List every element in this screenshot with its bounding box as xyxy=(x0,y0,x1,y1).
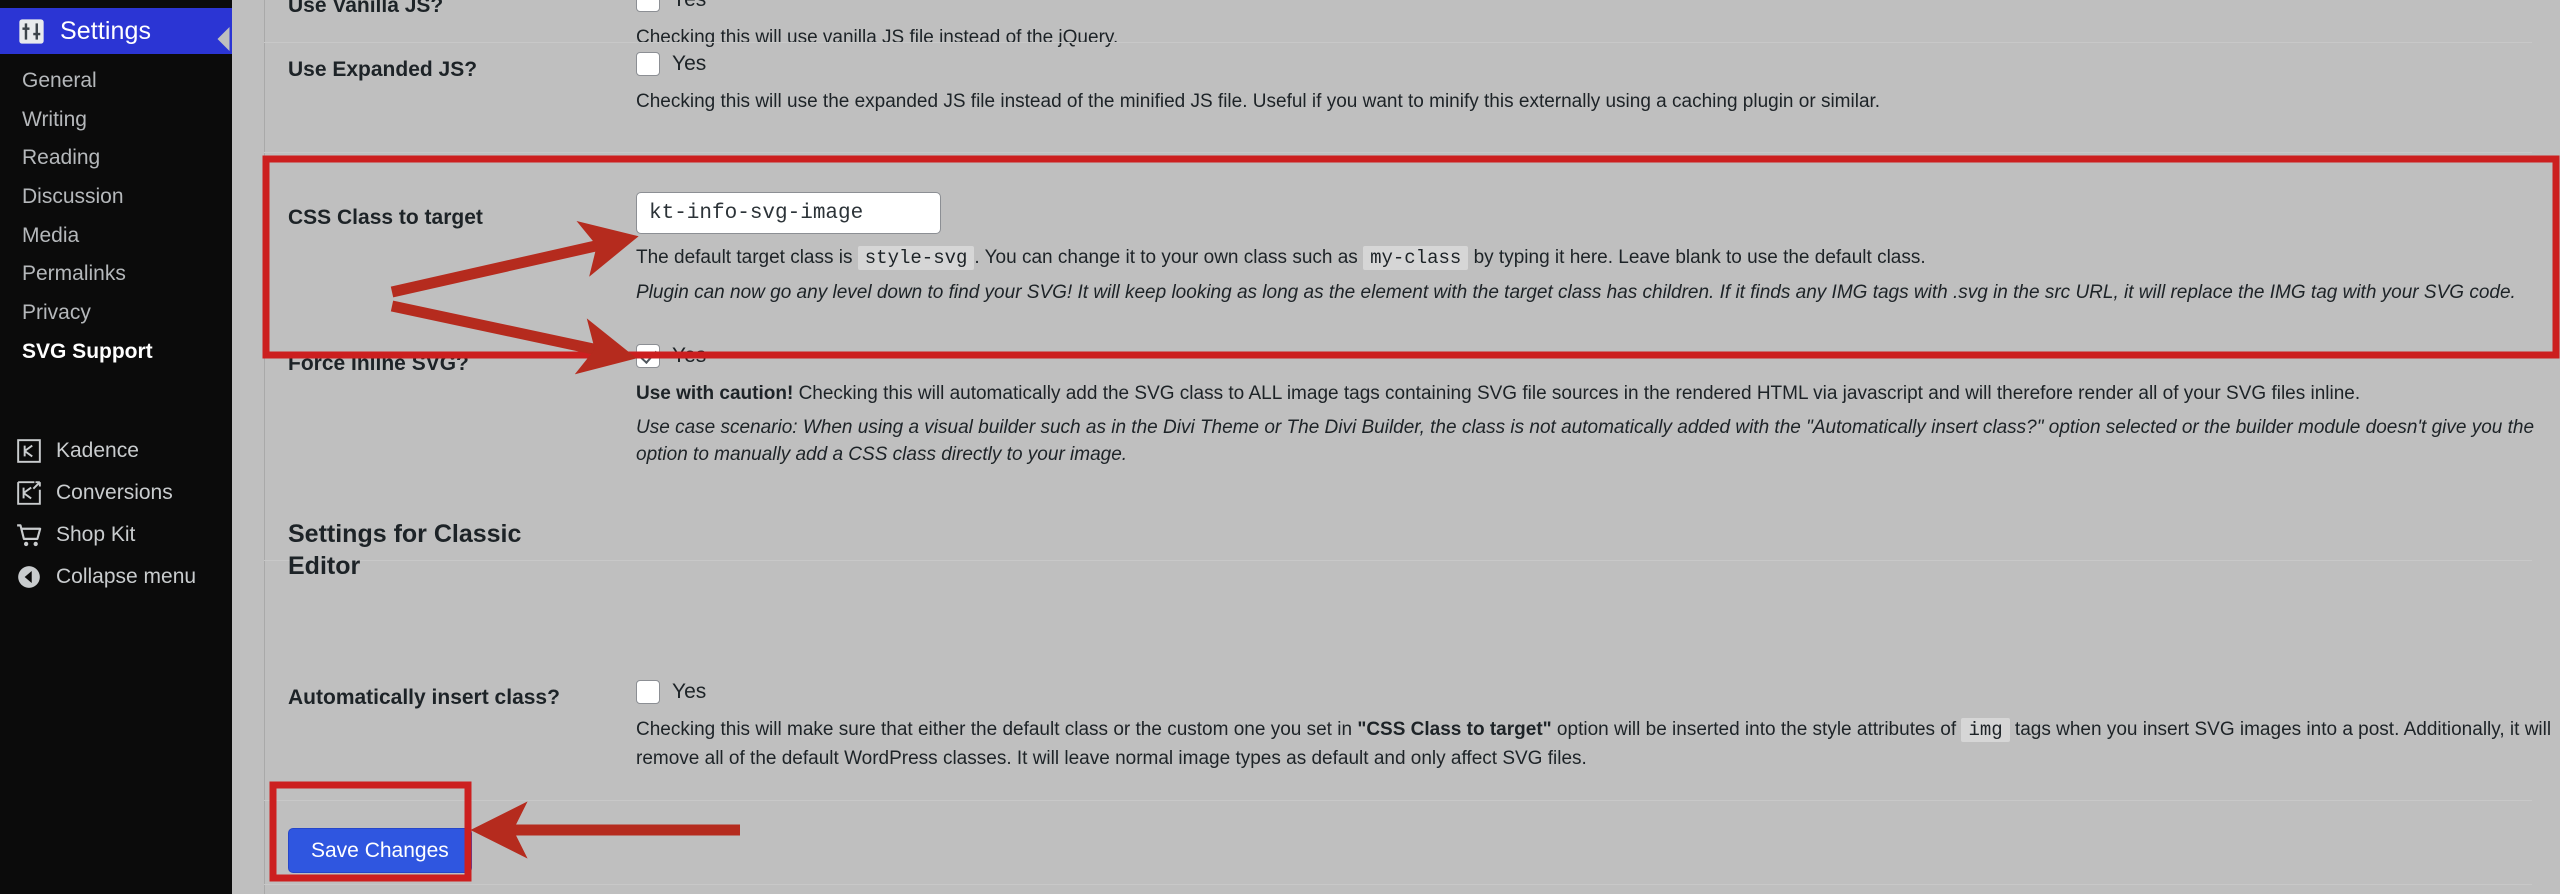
chevron-left-icon xyxy=(211,16,233,62)
checkbox-use-expanded-js[interactable] xyxy=(636,52,660,76)
code-style-svg: style-svg xyxy=(857,246,975,270)
checkbox-use-vanilla-js[interactable] xyxy=(636,0,660,12)
sidebar-item-kadence-label: Kadence xyxy=(56,439,139,462)
desc-force-inline-svg: Use with caution! Checking this will aut… xyxy=(636,380,2536,408)
row-divider-3 xyxy=(264,560,2532,561)
code-my-class: my-class xyxy=(1363,246,1469,270)
row-divider-1 xyxy=(264,42,2532,43)
sidebar-item-settings[interactable]: Settings xyxy=(0,8,232,54)
sidebar-item-media[interactable]: Media xyxy=(0,217,232,256)
checkbox-label-use-expanded-js: Yes xyxy=(672,52,707,75)
checkbox-force-inline-svg[interactable] xyxy=(636,344,660,368)
desc-auto-pre: Checking this will make sure that either… xyxy=(636,719,1358,740)
kadence-icon xyxy=(12,434,46,468)
checkbox-label-force-inline-svg: Yes xyxy=(672,344,707,367)
main-content: Use Vanilla JS? Yes Checking this will u… xyxy=(232,0,2560,894)
settings-form-card: Use Vanilla JS? Yes Checking this will u… xyxy=(264,0,2560,894)
desc-css-class-mid: . You can change it to your own class su… xyxy=(974,247,1364,268)
settings-sliders-icon xyxy=(16,16,46,46)
field-force-inline-svg: Yes Use with caution! Checking this will… xyxy=(636,344,2554,469)
label-use-vanilla-js: Use Vanilla JS? xyxy=(288,0,444,17)
label-use-expanded-js: Use Expanded JS? xyxy=(288,58,478,81)
desc-css-class-post: by typing it here. Leave blank to use th… xyxy=(1468,247,1926,268)
row-divider-4 xyxy=(264,800,2532,801)
desc-use-vanilla-js: Checking this will use vanilla JS file i… xyxy=(636,27,1119,48)
sidebar-item-reading[interactable]: Reading xyxy=(0,139,232,178)
sidebar-item-conversions[interactable]: Conversions xyxy=(0,472,232,514)
desc-auto-bold: "CSS Class to target" xyxy=(1357,719,1552,740)
field-auto-insert-class: Yes Checking this will make sure that ei… xyxy=(636,680,2554,772)
desc-css-class-pre: The default target class is xyxy=(636,247,858,268)
save-changes-button[interactable]: Save Changes xyxy=(288,828,472,874)
desc-force-inline-italic: Use case scenario: When using a visual b… xyxy=(636,416,2535,466)
desc-force-inline-rest: Checking this will automatically add the… xyxy=(793,383,2361,404)
desc-auto-insert-class: Checking this will make sure that either… xyxy=(636,716,2554,772)
section-heading-classic-editor: Settings for Classic Editor xyxy=(288,520,522,580)
sidebar-item-conversions-label: Conversions xyxy=(56,481,173,504)
sidebar-item-discussion[interactable]: Discussion xyxy=(0,178,232,217)
sidebar-item-collapse-menu-label: Collapse menu xyxy=(56,565,197,588)
code-img-tag: img xyxy=(1961,718,2010,742)
desc-auto-mid: option will be inserted into the style a… xyxy=(1551,719,1962,740)
conversions-icon xyxy=(12,476,46,510)
desc-css-class-italic: Plugin can now go any level down to find… xyxy=(636,281,2516,303)
sidebar-item-collapse-menu[interactable]: Collapse menu xyxy=(0,556,232,598)
checkbox-label-auto-insert-class: Yes xyxy=(672,680,707,703)
admin-sidebar: Settings General Writing Reading Discuss… xyxy=(0,0,232,894)
label-force-inline-svg: Force Inline SVG? xyxy=(288,352,469,375)
desc-force-inline-bold: Use with caution! xyxy=(636,383,794,404)
sidebar-item-permalinks[interactable]: Permalinks xyxy=(0,255,232,294)
row-divider-2 xyxy=(264,152,2532,153)
form-left-rule xyxy=(264,0,265,894)
sidebar-lower-menu: Kadence Conversions Shop Kit Collapse me… xyxy=(0,430,232,598)
desc-css-class-to-target: The default target class is style-svg. Y… xyxy=(636,244,2516,273)
css-class-to-target-input[interactable] xyxy=(636,192,941,234)
field-css-class-to-target: The default target class is style-svg. Y… xyxy=(636,192,2516,306)
cart-icon xyxy=(12,518,46,552)
label-auto-insert-class: Automatically insert class? xyxy=(288,686,560,709)
field-use-expanded-js: Yes Checking this will use the expanded … xyxy=(636,52,1880,116)
sidebar-item-kadence[interactable]: Kadence xyxy=(0,430,232,472)
sidebar-top-strip xyxy=(0,0,232,8)
save-changes-wrapper: Save Changes xyxy=(288,828,472,874)
checkbox-label-use-vanilla-js: Yes xyxy=(672,0,706,12)
sidebar-item-svg-support[interactable]: SVG Support xyxy=(0,333,232,372)
collapse-arrow-icon xyxy=(12,560,46,594)
sidebar-item-general[interactable]: General xyxy=(0,62,232,101)
desc-use-expanded-js: Checking this will use the expanded JS f… xyxy=(636,91,1881,112)
checkbox-auto-insert-class[interactable] xyxy=(636,680,660,704)
sidebar-item-shop-kit[interactable]: Shop Kit xyxy=(0,514,232,556)
sidebar-item-writing[interactable]: Writing xyxy=(0,101,232,140)
settings-submenu: General Writing Reading Discussion Media… xyxy=(0,62,232,371)
sidebar-item-shop-kit-label: Shop Kit xyxy=(56,523,136,546)
label-css-class-to-target: CSS Class to target xyxy=(288,206,483,229)
row-divider-5 xyxy=(264,884,2532,885)
sidebar-item-privacy[interactable]: Privacy xyxy=(0,294,232,333)
sidebar-item-settings-label: Settings xyxy=(60,16,152,45)
screen-root: Settings General Writing Reading Discuss… xyxy=(0,0,2560,894)
field-use-vanilla-js: Yes Checking this will use vanilla JS fi… xyxy=(636,0,1118,52)
